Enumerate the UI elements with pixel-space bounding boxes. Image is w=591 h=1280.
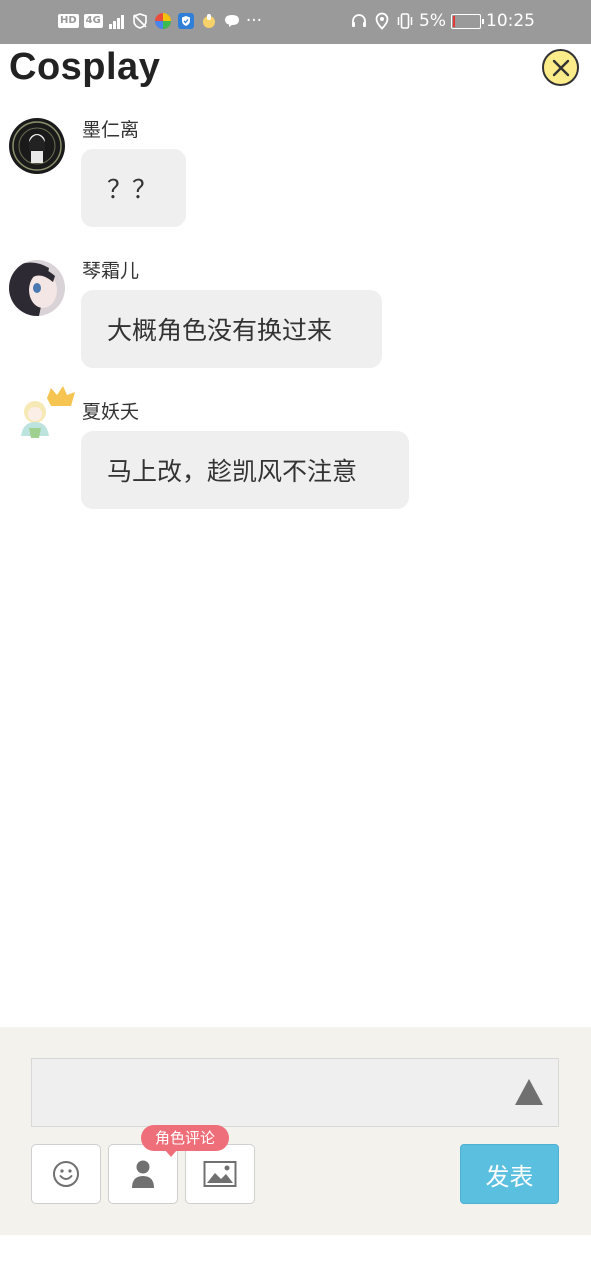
- chat-bubble-icon: [224, 15, 239, 27]
- composer-panel: 角色评论 发表: [0, 1027, 591, 1235]
- status-bar: HD 4G ··· 5% 10:25: [0, 0, 591, 44]
- clock: 10:25: [486, 11, 535, 31]
- sender-name: 琴霜儿: [82, 260, 140, 282]
- submit-button[interactable]: 发表: [460, 1144, 559, 1204]
- close-button[interactable]: [542, 49, 579, 86]
- status-right-icons: 5% 10:25: [350, 11, 535, 31]
- image-icon: [203, 1161, 237, 1187]
- avatar-image: [9, 118, 65, 174]
- hd-badge: HD: [58, 14, 79, 28]
- avatar[interactable]: [9, 118, 65, 174]
- person-icon: [132, 1160, 154, 1188]
- battery-percent: 5%: [419, 11, 446, 31]
- message-bubble[interactable]: 大概角色没有换过来: [81, 290, 382, 368]
- app-color-wheel-icon: [154, 13, 171, 29]
- shield-off-icon: [133, 13, 147, 29]
- message-bubble[interactable]: 马上改，趁凯风不注意: [81, 431, 409, 509]
- avatar[interactable]: [9, 260, 65, 316]
- sender-name: 夏妖夭: [82, 401, 140, 423]
- role-comment-tooltip: 角色评论: [141, 1125, 230, 1157]
- message-bubble[interactable]: ？？: [81, 149, 186, 227]
- battery-icon: [451, 13, 484, 29]
- smiley-icon: [53, 1161, 79, 1187]
- location-icon: [375, 12, 389, 30]
- page-title: Cosplay: [9, 46, 161, 88]
- more-notifications-icon: ···: [245, 11, 263, 31]
- send-up-arrow-icon[interactable]: [514, 1078, 544, 1106]
- avatar-image: [9, 260, 65, 316]
- headset-icon: [352, 14, 367, 27]
- sender-name: 墨仁离: [82, 119, 140, 141]
- network-type-badge: 4G: [83, 14, 103, 28]
- avatar-image: [21, 386, 75, 438]
- emoji-button[interactable]: [31, 1144, 101, 1204]
- comment-input[interactable]: [31, 1058, 559, 1127]
- status-left-icons: HD 4G ···: [58, 11, 262, 31]
- signal-icon: [108, 15, 124, 29]
- battery-level: [453, 15, 455, 27]
- close-icon: [552, 59, 569, 76]
- image-button[interactable]: [185, 1144, 255, 1204]
- shield-check-icon: [177, 13, 194, 29]
- vibrate-icon: [397, 13, 413, 29]
- avatar[interactable]: [9, 386, 75, 456]
- app-hand-icon: [202, 14, 215, 28]
